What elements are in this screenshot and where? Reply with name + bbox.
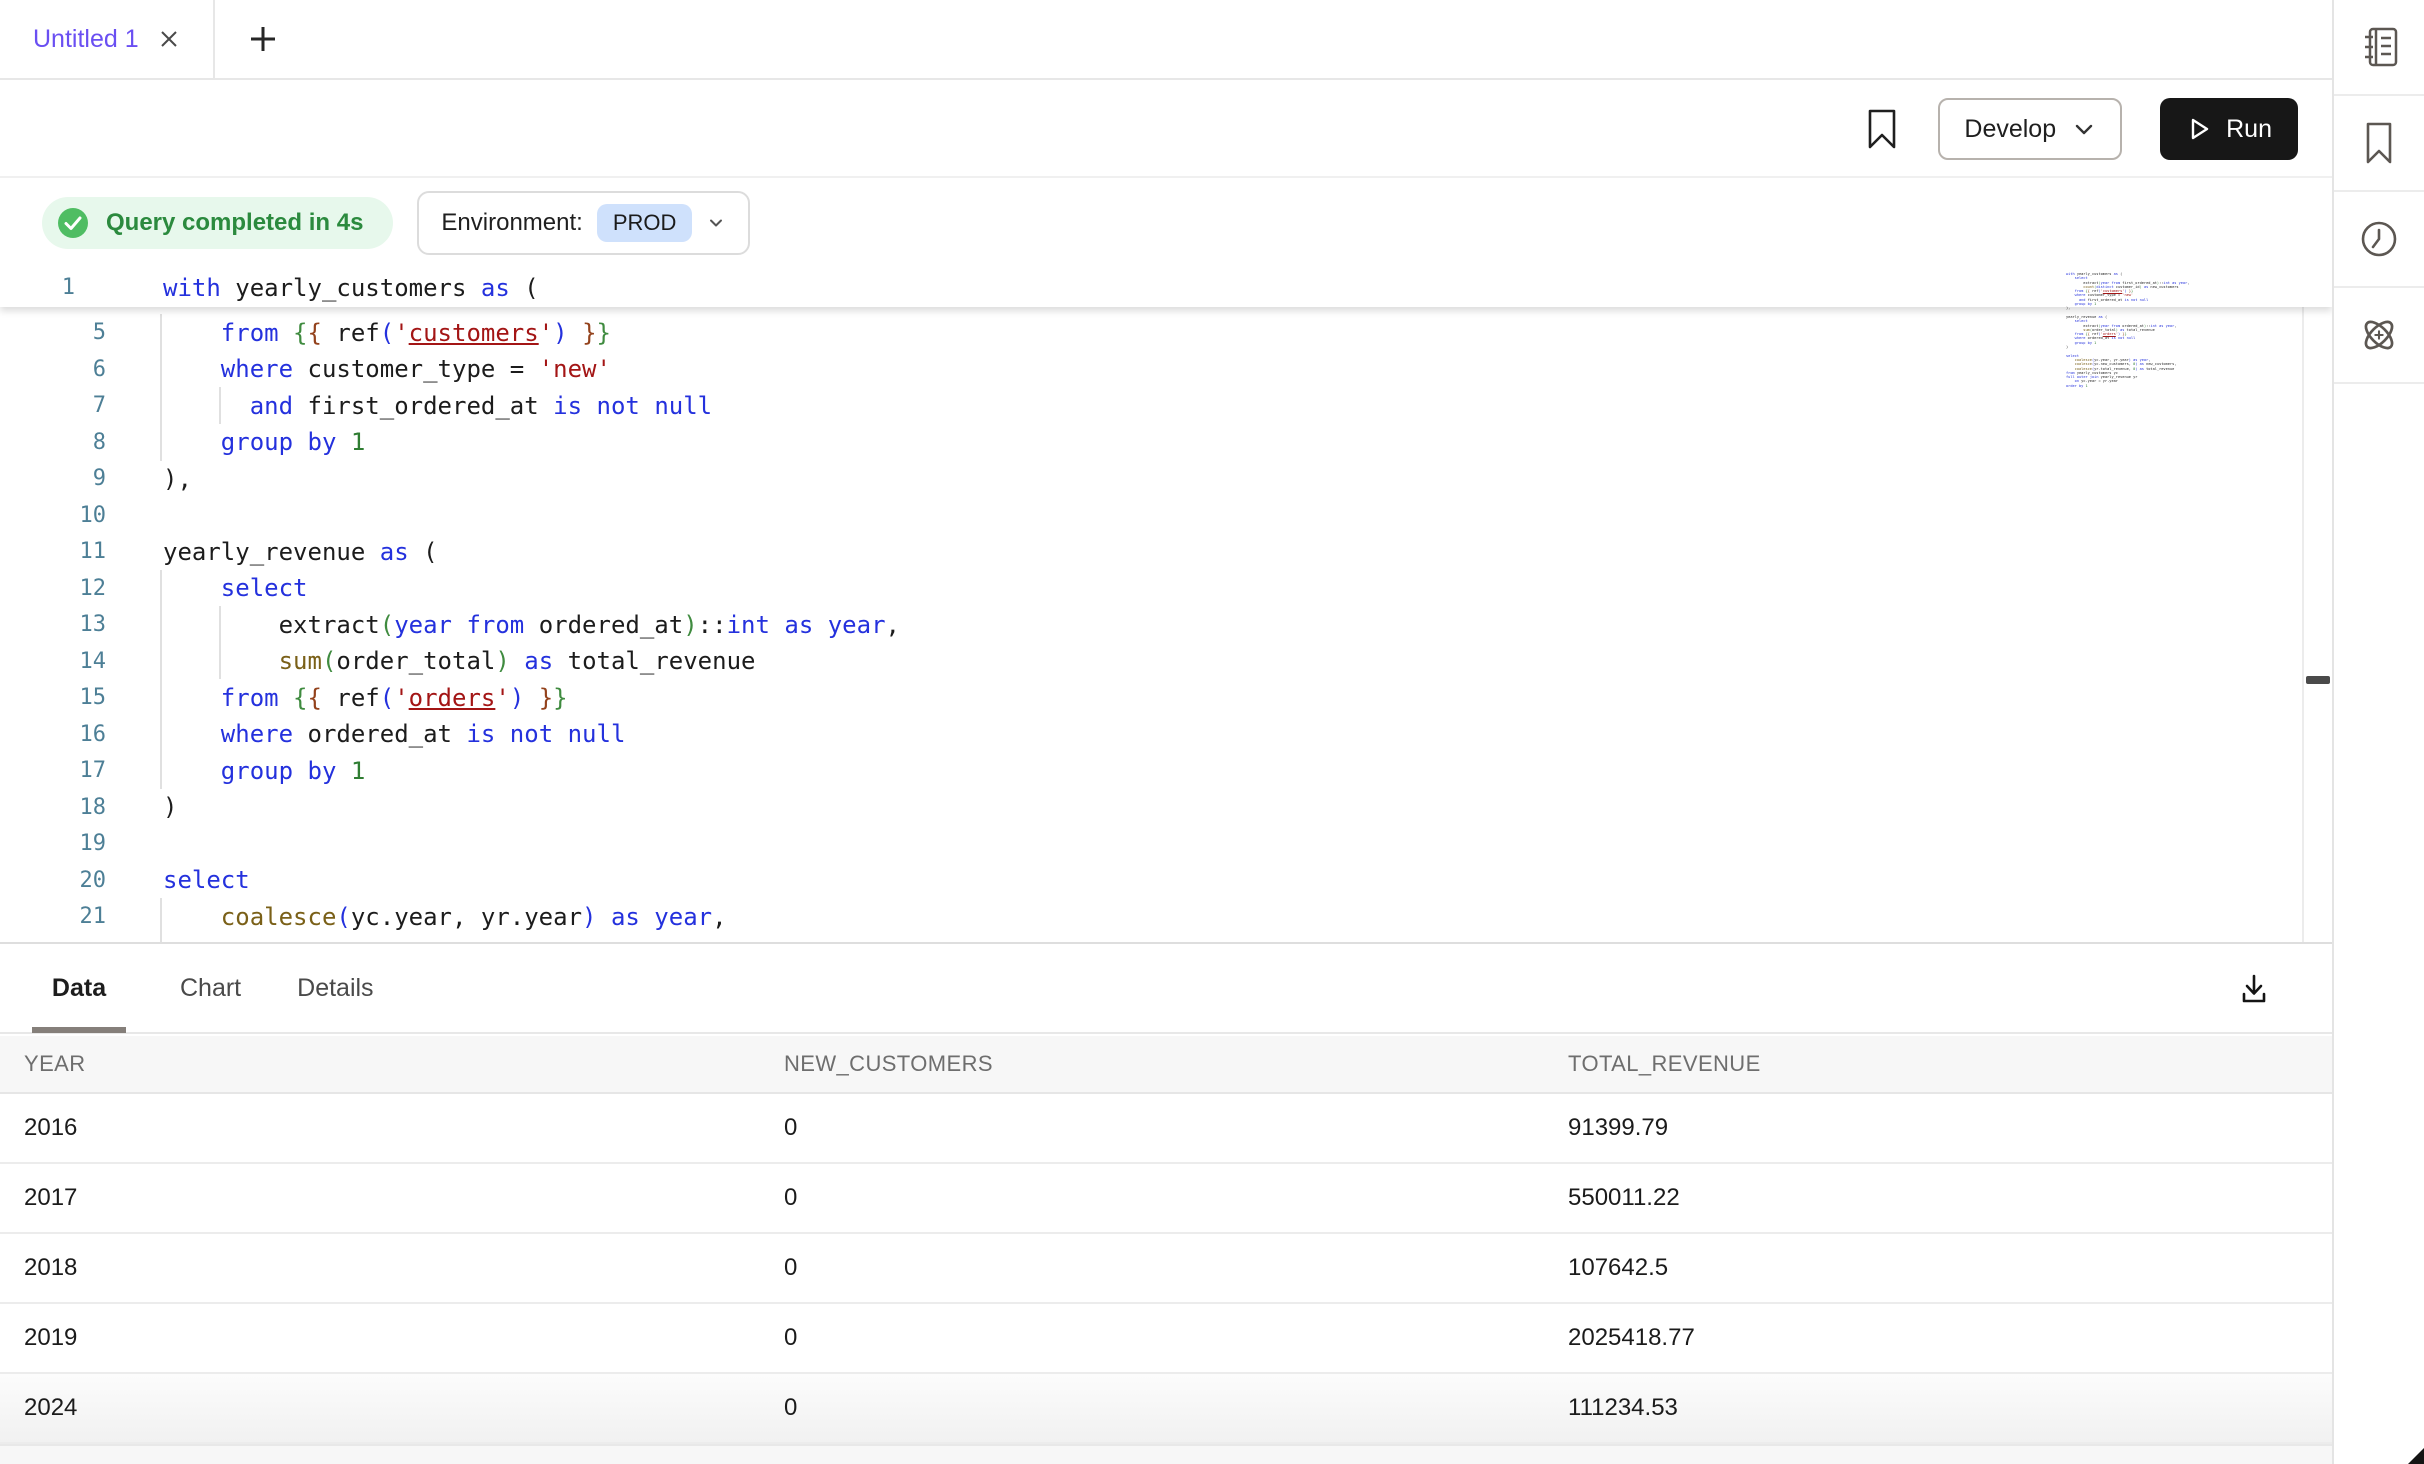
sidebar-item-history[interactable] (2334, 192, 2424, 288)
status-row: Query completed in 4s Environment: PROD (0, 178, 2332, 268)
app-window: Untitled 1 Develop Run (0, 0, 2424, 1464)
code-line: 13 extract(year from ordered_at)::int as… (0, 606, 2300, 643)
table-header-row: YEAR NEW_CUSTOMERS TOTAL_REVENUE (0, 1036, 2332, 1094)
environment-value-badge: PROD (597, 204, 693, 242)
table-cell: 2024 (0, 1394, 784, 1422)
query-status-text: Query completed in 4s (106, 209, 363, 237)
horizontal-scrollbar-track[interactable] (0, 1444, 2332, 1464)
code-line: 16 where ordered_at is not null (0, 716, 2300, 753)
tab-data[interactable]: Data (32, 943, 126, 1033)
chevron-down-icon (706, 213, 726, 233)
tab-label: Untitled 1 (33, 25, 139, 54)
notebook-icon (2356, 24, 2402, 70)
code-line: 6 where customer_type = 'new' (0, 351, 2300, 388)
table-cell: 0 (784, 1254, 1568, 1282)
editor-tab-bar: Untitled 1 (0, 0, 2332, 80)
sidebar-item-bookmarks[interactable] (2334, 96, 2424, 192)
column-header-total-revenue[interactable]: TOTAL_REVENUE (1568, 1051, 2332, 1077)
query-status-badge: Query completed in 4s (42, 197, 393, 249)
bookmark-icon (2357, 120, 2401, 166)
code-line: 12 select (0, 570, 2300, 607)
code-line: 17 group by 1 (0, 752, 2300, 789)
code-line: 15 from {{ ref('orders') }} (0, 679, 2300, 716)
code-line: 8 group by 1 (0, 424, 2300, 461)
develop-dropdown[interactable]: Develop (1938, 98, 2122, 160)
code-line: 18) (0, 789, 2300, 826)
bookmark-button[interactable] (1864, 108, 1900, 150)
editor-scrollbar-track[interactable] (2302, 268, 2332, 942)
code-line: 11yearly_revenue as ( (0, 533, 2300, 570)
environment-label: Environment: (441, 209, 582, 237)
toolbar: Develop Run (0, 82, 2332, 178)
code-line: 1with yearly_customers as ( (0, 269, 2300, 306)
editor-scrollbar-marker[interactable] (2306, 676, 2330, 684)
close-tab-icon[interactable] (157, 27, 181, 51)
tab-details[interactable]: Details (295, 943, 375, 1033)
table-cell: 111234.53 (1568, 1394, 2332, 1422)
code-line: 9), (0, 460, 2300, 497)
sidebar-item-lineage[interactable] (2334, 288, 2424, 384)
column-header-new-customers[interactable]: NEW_CUSTOMERS (784, 1051, 1568, 1077)
table-row: 20240111234.53 (0, 1374, 2332, 1444)
develop-label: Develop (1964, 115, 2056, 144)
table-cell: 0 (784, 1394, 1568, 1422)
check-circle-icon (56, 206, 90, 240)
download-icon (2235, 971, 2273, 1009)
run-button[interactable]: Run (2160, 98, 2298, 160)
table-cell: 2019 (0, 1324, 784, 1352)
run-label: Run (2226, 115, 2272, 144)
code-line: 14 sum(order_total) as total_revenue (0, 643, 2300, 680)
lineage-icon (2355, 311, 2403, 359)
table-cell: 2025418.77 (1568, 1324, 2332, 1352)
history-clock-icon (2356, 216, 2402, 262)
code-line: 22 coalesce(yc.new_customers, 0) as new_… (0, 935, 2300, 943)
table-cell: 107642.5 (1568, 1254, 2332, 1282)
sticky-line-1: 1with yearly_customers as ( (0, 268, 2332, 307)
table-cell: 2018 (0, 1254, 784, 1282)
results-tab-bar: Data Chart Details (0, 944, 2332, 1034)
code-line: 20select (0, 862, 2300, 899)
code-line: 21 coalesce(yc.year, yr.year) as year, (0, 898, 2300, 935)
table-row: 20170550011.22 (0, 1164, 2332, 1234)
sql-code-editor[interactable]: 5 from {{ ref('customers') }}6 where cus… (0, 268, 2332, 942)
table-cell: 0 (784, 1324, 1568, 1352)
table-cell: 550011.22 (1568, 1184, 2332, 1212)
plus-icon (248, 24, 278, 54)
code-line: 10 (0, 497, 2300, 534)
main-column: Untitled 1 Develop Run (0, 0, 2332, 1464)
tab-chart[interactable]: Chart (178, 943, 243, 1033)
chevron-down-icon (2072, 117, 2096, 141)
table-cell: 0 (784, 1114, 1568, 1142)
right-icon-sidebar (2334, 0, 2424, 1464)
new-tab-button[interactable] (233, 0, 293, 78)
play-icon (2186, 116, 2212, 142)
bookmark-icon (1864, 108, 1900, 150)
table-row: 2016091399.79 (0, 1094, 2332, 1164)
results-panel: Data Chart Details YEAR NEW_CUSTOMERS TO… (0, 942, 2332, 1464)
code-line: 19 (0, 825, 2300, 862)
table-cell: 2017 (0, 1184, 784, 1212)
table-cell: 2016 (0, 1114, 784, 1142)
tab-untitled-1[interactable]: Untitled 1 (0, 0, 215, 78)
editor-minimap[interactable]: with yearly_customers as ( select extrac… (2066, 272, 2182, 388)
download-results-button[interactable] (2232, 968, 2276, 1012)
table-cell: 0 (784, 1184, 1568, 1212)
sidebar-item-notebook[interactable] (2334, 0, 2424, 96)
environment-selector[interactable]: Environment: PROD (417, 191, 750, 255)
table-row: 20180107642.5 (0, 1234, 2332, 1304)
window-resize-handle[interactable] (2408, 1448, 2424, 1464)
table-cell: 91399.79 (1568, 1114, 2332, 1142)
code-line: 5 from {{ ref('customers') }} (0, 314, 2300, 351)
table-row: 201902025418.77 (0, 1304, 2332, 1374)
column-header-year[interactable]: YEAR (0, 1051, 784, 1077)
code-line: 7 and first_ordered_at is not null (0, 387, 2300, 424)
